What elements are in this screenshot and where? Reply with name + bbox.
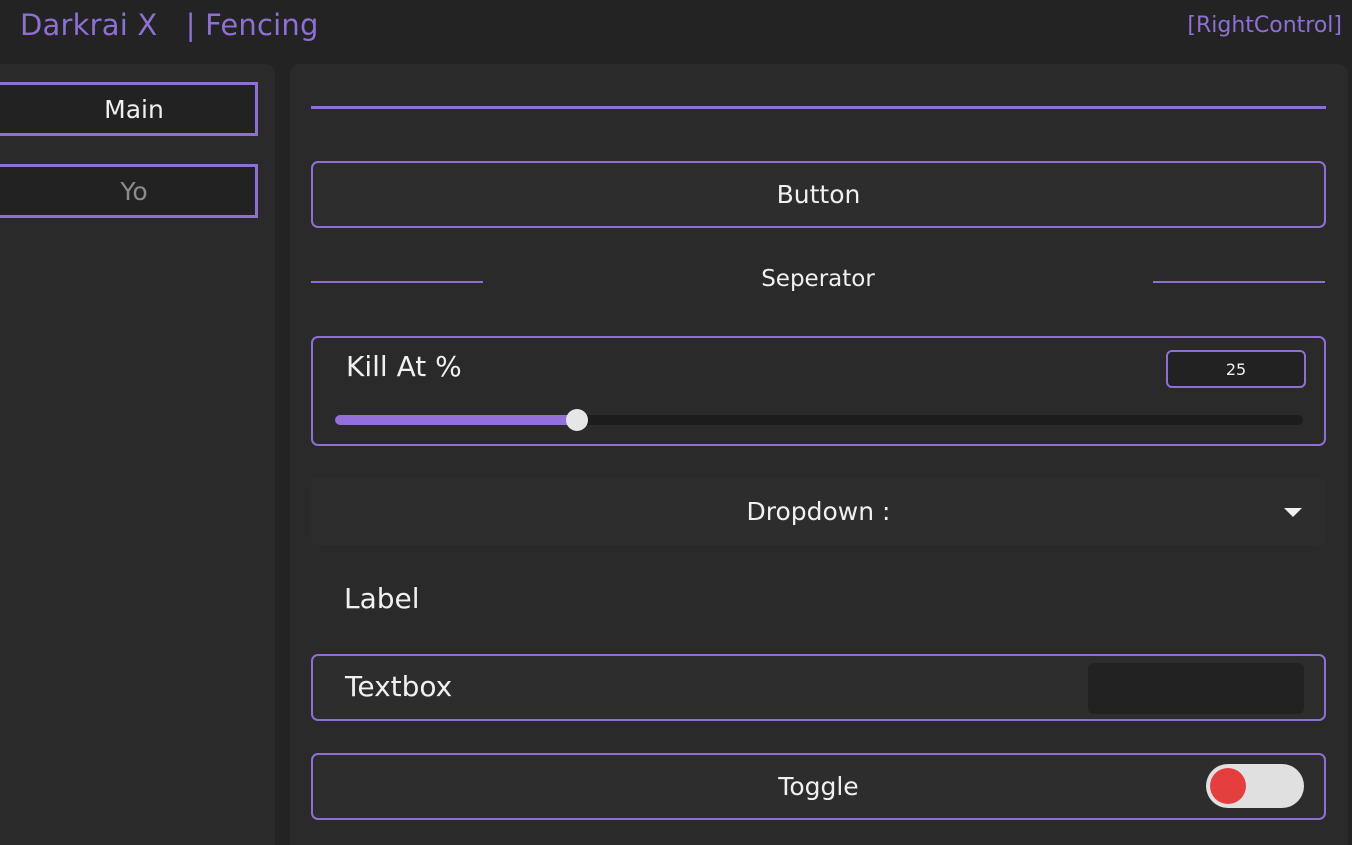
chevron-down-icon[interactable] (1284, 508, 1302, 517)
textbox-row: Textbox (311, 654, 1326, 721)
section-divider (311, 106, 1326, 109)
slider-fill (335, 415, 577, 425)
separator-label: Seperator (761, 266, 875, 292)
toggle-keybind-label: [RightControl] (1187, 13, 1342, 38)
title-bar[interactable]: Darkrai X | Fencing [RightControl] (0, 0, 1352, 56)
textbox-input[interactable] (1088, 663, 1304, 714)
static-label: Label (344, 582, 420, 615)
dropdown-label: Dropdown : (746, 497, 891, 526)
toggle-knob (1210, 768, 1246, 804)
toggle-row[interactable]: Toggle (311, 753, 1326, 820)
slider-thumb[interactable] (566, 409, 588, 431)
slider-value-box[interactable]: 25 (1166, 350, 1306, 388)
textbox-label: Textbox (345, 670, 453, 703)
app-window: Darkrai X | Fencing [RightControl] Main … (0, 0, 1352, 845)
dropdown[interactable]: Dropdown : (311, 478, 1326, 545)
action-button[interactable]: Button (311, 161, 1326, 228)
slider-track[interactable] (335, 409, 1303, 431)
separator-line-left (311, 281, 483, 283)
slider-label: Kill At % (346, 350, 462, 383)
tab-main[interactable]: Main (0, 82, 258, 136)
slider-kill-at: Kill At % 25 (311, 336, 1326, 446)
separator-line-right (1153, 281, 1325, 283)
toggle-switch[interactable] (1206, 764, 1304, 808)
tab-yo[interactable]: Yo (0, 164, 258, 218)
toggle-label: Toggle (778, 772, 859, 801)
window-title: Darkrai X | Fencing (20, 8, 319, 42)
